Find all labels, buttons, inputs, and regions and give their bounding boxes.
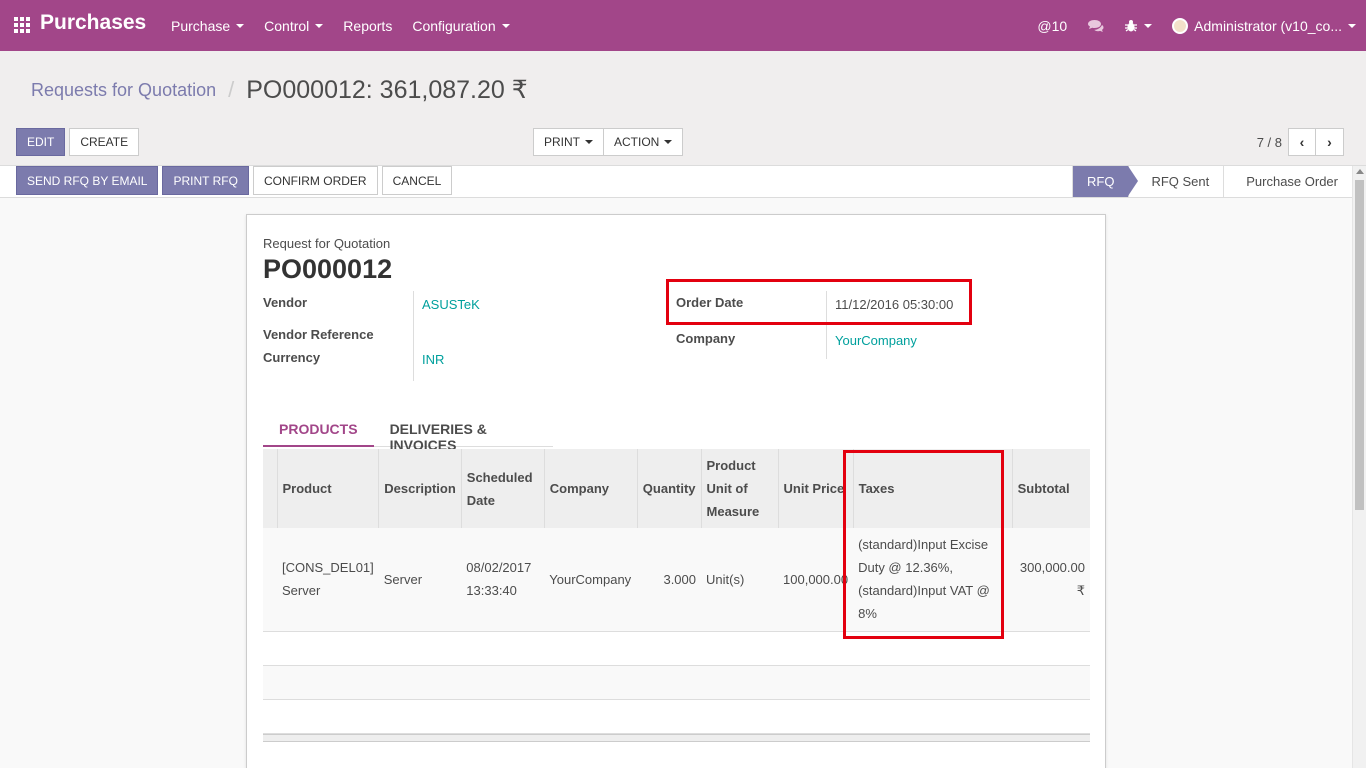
print-dropdown-button[interactable]: PRINT xyxy=(533,128,604,156)
cell-uom[interactable]: Unit(s) xyxy=(701,528,779,632)
column-header-scheduled-date[interactable]: Scheduled Date xyxy=(460,449,545,528)
menu-configuration-label: Configuration xyxy=(412,17,496,34)
print-label: PRINT xyxy=(544,135,580,149)
chevron-down-icon xyxy=(236,23,245,28)
create-button[interactable]: CREATE xyxy=(69,128,140,156)
breadcrumb-rfq-link[interactable]: Requests for Quotation xyxy=(31,80,216,101)
menu-purchase[interactable]: Purchase xyxy=(161,0,254,51)
chat-icon[interactable] xyxy=(1077,0,1114,51)
menu-purchase-label: Purchase xyxy=(171,17,231,34)
menu-control-label: Control xyxy=(264,17,310,34)
cell-description[interactable]: Server xyxy=(378,528,462,632)
form-statusbar: SEND RFQ BY EMAIL PRINT RFQ CONFIRM ORDE… xyxy=(0,166,1352,198)
confirm-order-button[interactable]: CONFIRM ORDER xyxy=(252,166,378,195)
navbar-right: @10 Administrator (v10_co... xyxy=(1027,0,1366,51)
debug-bug-icon[interactable] xyxy=(1114,0,1162,51)
mentions-counter[interactable]: @10 xyxy=(1027,0,1077,51)
column-header-product[interactable]: Product xyxy=(276,449,379,528)
scroll-thumb[interactable] xyxy=(1355,180,1364,510)
action-dropdown-button[interactable]: ACTION xyxy=(604,128,684,156)
cell-company[interactable]: YourCompany xyxy=(544,528,638,632)
apps-grid-icon[interactable] xyxy=(14,17,32,33)
chevron-right-icon: › xyxy=(1327,134,1332,150)
column-header-subtotal[interactable]: Subtotal xyxy=(1011,449,1090,528)
menu-control[interactable]: Control xyxy=(254,0,333,51)
menu-reports-label: Reports xyxy=(343,17,393,34)
status-stages: RFQ RFQ Sent Purchase Order xyxy=(1071,166,1352,197)
vendor-reference-label: Vendor Reference xyxy=(263,327,374,342)
breadcrumb: Requests for Quotation / PO000012: 361,0… xyxy=(31,75,528,105)
form-sheet: Request for Quotation PO000012 Vendor AS… xyxy=(246,214,1106,768)
cell-scheduled-date[interactable]: 08/02/2017 13:33:40 xyxy=(461,528,545,632)
cell-unit-price[interactable]: 100,000.00 xyxy=(778,528,854,632)
print-rfq-button[interactable]: PRINT RFQ xyxy=(162,166,249,195)
stage-purchase-order[interactable]: Purchase Order xyxy=(1223,166,1352,197)
column-header-unit-price[interactable]: Unit Price xyxy=(777,449,854,528)
document-type: Request for Quotation xyxy=(263,236,391,251)
cell-subtotal: 300,000.00 ₹ xyxy=(1012,528,1090,632)
breadcrumb-current: PO000012: 361,087.20 ₹ xyxy=(246,76,528,104)
status-buttons: SEND RFQ BY EMAIL PRINT RFQ CONFIRM ORDE… xyxy=(16,166,453,195)
pager-next-button[interactable]: › xyxy=(1316,128,1344,156)
chevron-down-icon xyxy=(315,23,324,28)
currency-label: Currency xyxy=(263,350,321,365)
pager-previous-button[interactable]: ‹ xyxy=(1288,128,1316,156)
document-name: PO000012 xyxy=(263,254,393,284)
column-header-uom[interactable]: Product Unit of Measure xyxy=(700,449,779,528)
pager: 7 / 8 ‹ › xyxy=(1257,128,1344,156)
handle-column-header xyxy=(263,449,277,528)
app-brand: Purchases xyxy=(40,11,147,34)
tab-deliveries-invoices[interactable]: DELIVERIES & INVOICES xyxy=(374,415,553,453)
chevron-left-icon: ‹ xyxy=(1299,134,1305,150)
user-menu[interactable]: Administrator (v10_co... xyxy=(1162,0,1366,51)
company-field[interactable]: YourCompany xyxy=(835,333,917,348)
chevron-down-icon xyxy=(664,140,673,144)
vertical-scrollbar[interactable] xyxy=(1352,166,1366,768)
cancel-button[interactable]: CANCEL xyxy=(381,166,453,195)
stage-rfq-sent[interactable]: RFQ Sent xyxy=(1128,166,1224,197)
order-date-highlight-box xyxy=(666,279,972,325)
cell-product[interactable]: [CONS_DEL01] Server xyxy=(277,528,379,632)
chevron-down-icon xyxy=(585,140,593,144)
chevron-down-icon xyxy=(1144,23,1153,28)
scroll-up-arrow-icon[interactable] xyxy=(1356,169,1364,174)
main-menu: Purchase Control Reports Configuration xyxy=(161,0,520,51)
top-navbar: Purchases Purchase Control Reports Confi… xyxy=(0,0,1366,51)
breadcrumb-separator: / xyxy=(228,77,235,102)
edit-button[interactable]: EDIT xyxy=(16,128,66,156)
tab-products[interactable]: PRODUCTS xyxy=(263,415,374,447)
control-panel: Requests for Quotation / PO000012: 361,0… xyxy=(0,51,1366,166)
column-header-quantity[interactable]: Quantity xyxy=(636,449,702,528)
form-buttons: EDIT CREATE xyxy=(16,128,140,156)
table-footer xyxy=(263,734,1090,742)
notebook-tabs: PRODUCTS DELIVERIES & INVOICES xyxy=(263,415,553,453)
avatar xyxy=(1172,17,1189,34)
action-label: ACTION xyxy=(614,135,660,149)
taxes-highlight-box xyxy=(843,450,1004,639)
vendor-label: Vendor xyxy=(263,295,308,310)
column-header-company[interactable]: Company xyxy=(543,449,638,528)
company-label: Company xyxy=(676,331,736,346)
field-divider xyxy=(413,291,414,381)
pager-value[interactable]: 7 / 8 xyxy=(1257,135,1282,150)
stage-rfq[interactable]: RFQ xyxy=(1071,166,1139,197)
column-header-description[interactable]: Description xyxy=(378,449,462,528)
sidebar-buttons: PRINT ACTION xyxy=(533,128,684,156)
chevron-down-icon xyxy=(501,23,510,28)
empty-table-row[interactable] xyxy=(263,666,1090,700)
row-handle xyxy=(263,528,277,632)
vendor-field[interactable]: ASUSTeK xyxy=(422,297,480,312)
cell-quantity[interactable]: 3.000 xyxy=(637,528,702,632)
menu-configuration[interactable]: Configuration xyxy=(402,0,519,51)
menu-reports[interactable]: Reports xyxy=(333,0,402,51)
currency-field[interactable]: INR xyxy=(422,352,444,367)
empty-table-row[interactable] xyxy=(263,700,1090,734)
send-rfq-email-button[interactable]: SEND RFQ BY EMAIL xyxy=(16,166,159,195)
chevron-down-icon xyxy=(1348,23,1356,28)
user-name: Administrator (v10_co... xyxy=(1194,17,1342,34)
